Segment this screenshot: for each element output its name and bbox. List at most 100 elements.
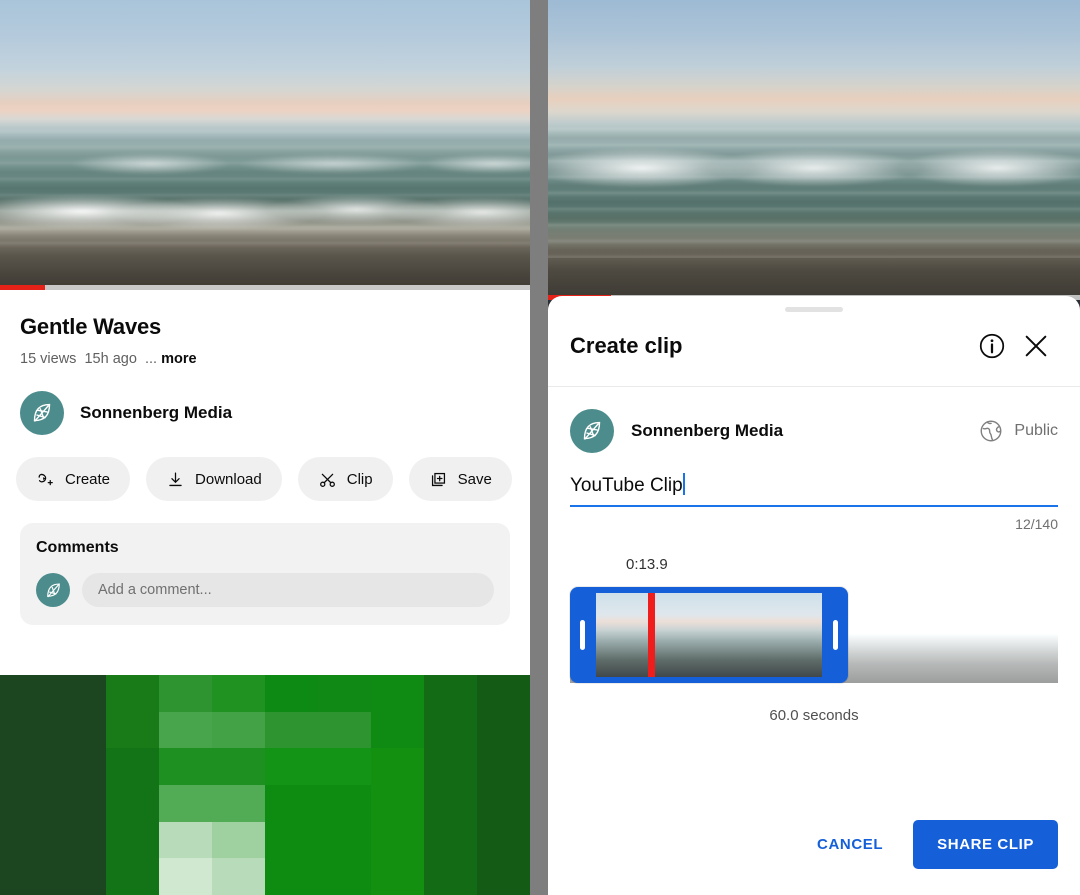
timeline-frame (976, 587, 1058, 683)
upload-age: 15h ago (84, 351, 137, 367)
channel-row[interactable]: Sonnenberg Media (0, 367, 530, 435)
mosaic-tile (318, 675, 371, 712)
avatar[interactable] (20, 391, 64, 435)
char-counter: 12/140 (1015, 516, 1058, 532)
mosaic-tile (318, 858, 371, 895)
mosaic-tile (424, 711, 477, 749)
mosaic-tile (371, 675, 424, 712)
chip-download[interactable]: Download (146, 457, 282, 501)
mosaic-tile (318, 711, 371, 749)
video-substats[interactable]: 15 views 15h ago ... more (20, 351, 510, 367)
share-clip-button[interactable]: SHARE CLIP (913, 820, 1058, 869)
mosaic-tile (106, 821, 159, 859)
mosaic-tile (212, 748, 265, 785)
mosaic-tile (0, 711, 53, 749)
clip-title-input[interactable]: YouTube Clip (570, 473, 1058, 507)
playhead-indicator[interactable] (648, 593, 655, 677)
right-clip-panel: Create clip Sonnenberg Media Public YouT… (548, 0, 1080, 895)
surf-band (548, 144, 1080, 192)
mosaic-tile (424, 858, 477, 895)
surf-band-near (0, 191, 530, 232)
mosaic-tile (212, 711, 265, 749)
mosaic-tile (424, 675, 477, 712)
leaf-logo-icon (46, 582, 60, 597)
video-player-background[interactable] (548, 0, 1080, 300)
mosaic-tile (371, 821, 424, 859)
mosaic-tile (318, 785, 371, 822)
mosaic-tile (159, 711, 212, 749)
mosaic-tile (53, 711, 106, 749)
screen-root: Gentle Waves 15 views 15h ago ... more So… (0, 0, 1080, 895)
info-button[interactable] (970, 324, 1014, 368)
clip-start-handle[interactable] (580, 620, 585, 650)
sheet-channel-row: Sonnenberg Media Public (548, 387, 1080, 453)
close-button[interactable] (1014, 324, 1058, 368)
video-progress-fill (0, 285, 45, 290)
mosaic-tile (371, 785, 424, 822)
clip-duration-label: 60.0 seconds (769, 707, 859, 724)
mosaic-tile (53, 858, 106, 895)
action-chip-row[interactable]: Create Download Clip Save (0, 435, 530, 501)
mosaic-tile (265, 675, 318, 712)
ocean-sunset-image (0, 0, 530, 290)
chip-create[interactable]: Create (16, 457, 131, 501)
privacy-label: Public (1014, 422, 1058, 439)
more-link[interactable]: more (161, 351, 196, 367)
mosaic-tile (371, 748, 424, 785)
surf-band-far (0, 150, 530, 177)
comments-card[interactable]: Comments Add a comment... (20, 523, 510, 625)
view-count: 15 views (20, 351, 77, 367)
privacy-selector[interactable]: Public (978, 418, 1058, 444)
cancel-button[interactable]: CANCEL (801, 824, 899, 865)
mosaic-tile (0, 821, 53, 859)
mosaic-tile (212, 785, 265, 822)
text-caret (682, 473, 685, 495)
timeline-frame (596, 593, 672, 677)
chip-label: Download (195, 470, 262, 488)
mosaic-tile (477, 748, 530, 785)
comment-avatar (36, 573, 70, 607)
timeline-frame (746, 593, 822, 677)
mosaic-tile (106, 711, 159, 749)
leaf-logo-icon (583, 421, 601, 440)
ellipsis-text: ... (144, 351, 158, 367)
create-icon (38, 473, 53, 485)
sheet-header: Create clip (548, 312, 1080, 387)
mosaic-tile (106, 675, 159, 712)
mosaic-tile (265, 711, 318, 749)
mosaic-tile (477, 785, 530, 822)
panel-divider (530, 0, 548, 895)
mosaic-tile (371, 711, 424, 749)
next-video-thumbnail-blurred[interactable] (0, 675, 530, 895)
clip-end-handle[interactable] (833, 620, 838, 650)
channel-name[interactable]: Sonnenberg Media (80, 403, 232, 423)
mosaic-tile (159, 675, 212, 712)
save-icon (431, 472, 445, 486)
channel-name: Sonnenberg Media (631, 421, 784, 440)
info-circle-icon (979, 333, 1005, 359)
mosaic-tile (159, 858, 212, 895)
mosaic-tile (265, 858, 318, 895)
left-video-panel: Gentle Waves 15 views 15h ago ... more So… (0, 0, 530, 895)
chip-label: Save (457, 470, 492, 488)
clip-timeline[interactable] (570, 587, 1058, 683)
mosaic-tile (212, 821, 265, 859)
clip-selection-range[interactable] (570, 587, 848, 683)
add-comment-input[interactable]: Add a comment... (82, 573, 494, 607)
clip-title-field[interactable]: YouTube Clip 12/140 (570, 473, 1058, 532)
mosaic-tile (0, 748, 53, 785)
chip-clip[interactable]: Clip (297, 457, 393, 501)
mosaic-tile (159, 748, 212, 785)
video-title: Gentle Waves (20, 314, 162, 339)
chip-save[interactable]: Save (408, 457, 512, 501)
mosaic-tile (212, 675, 265, 712)
mosaic-tile (318, 821, 371, 859)
close-icon (1025, 335, 1047, 357)
video-progress-track[interactable] (0, 285, 530, 290)
add-comment-row[interactable]: Add a comment... (36, 573, 494, 607)
mosaic-tile (53, 675, 106, 712)
avatar[interactable] (570, 409, 614, 453)
timeline-frame (895, 587, 977, 683)
mosaic-tile (106, 785, 159, 822)
video-player[interactable] (0, 0, 530, 290)
